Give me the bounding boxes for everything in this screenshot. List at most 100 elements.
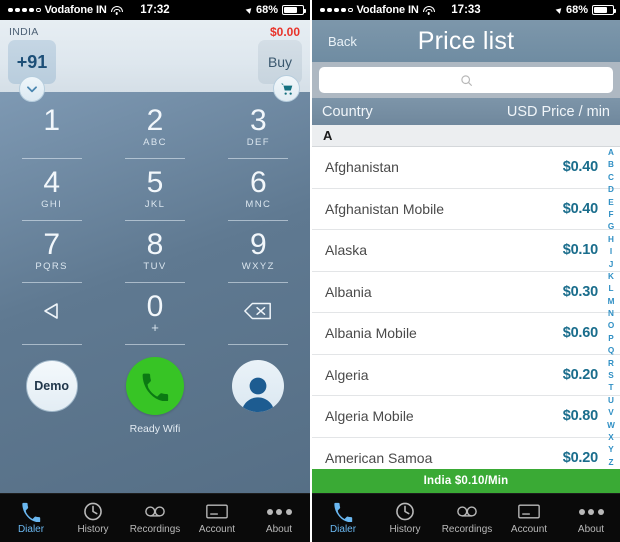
index-letter[interactable]: A [608,148,614,157]
search-input[interactable] [319,67,613,93]
keypad: 1 2 ABC 3 DEF 4 GHI 5 JKL 6 MNC 7 PQRS 8… [0,92,310,493]
backspace-button[interactable] [207,288,310,350]
key-6[interactable]: 6 MNC [207,164,310,226]
tab-recordings[interactable]: Recordings [436,494,498,542]
table-row[interactable]: Afghanistan Mobile $0.40 [312,189,620,230]
index-letter[interactable]: X [608,433,613,442]
index-letter[interactable]: R [608,359,614,368]
key-number: 2 [146,104,164,137]
row-country: Albania Mobile [325,325,417,342]
search-icon [460,74,472,86]
index-letter[interactable]: G [608,223,614,231]
key-rule [228,158,289,159]
index-letter[interactable]: M [608,297,615,306]
index-letter[interactable]: D [608,185,614,194]
tab-recordings[interactable]: Recordings [124,494,186,542]
table-row[interactable]: American Samoa $0.20 [312,438,620,470]
index-letter[interactable]: C [608,173,614,182]
row-country: Alaska [325,242,368,259]
tab-label: About [265,524,293,535]
table-row[interactable]: Alaska $0.10 [312,230,620,272]
key-8[interactable]: 8 TUV [103,226,206,288]
table-row[interactable]: Algeria Mobile $0.80 [312,396,620,438]
tab-account[interactable]: Account [186,494,248,542]
tab-dialer[interactable]: Dialer [0,494,62,542]
key-rule [228,220,289,221]
row-country: Algeria Mobile [325,408,414,425]
key-letters: WXYZ [241,261,275,272]
key-number: 9 [249,228,267,261]
key-number: 6 [249,166,267,199]
index-letter[interactable]: O [608,322,614,330]
tab-label: Dialer [17,524,45,535]
ellipsis-icon [266,501,292,522]
index-letter[interactable]: J [609,260,614,269]
tab-history[interactable]: History [62,494,124,542]
dual-screenshot: Vodafone IN 17:32 68% INDIA +91 $0.00 Bu… [0,0,620,542]
tab-label: Account [510,524,548,535]
index-letter[interactable]: K [608,272,614,281]
index-letter[interactable]: Q [608,347,614,355]
key-5[interactable]: 5 JKL [103,164,206,226]
index-letter[interactable]: U [608,396,614,405]
status-time: 17:32 [140,4,170,16]
index-letter[interactable]: Y [608,446,613,454]
table-row[interactable]: Algeria $0.20 [312,355,620,396]
cart-icon[interactable] [273,75,300,102]
country-label: INDIA [9,26,39,38]
key-number: 4 [43,166,60,199]
key-1[interactable]: 1 [0,102,103,164]
contacts-button[interactable] [232,360,285,412]
row-country: American Samoa [325,449,433,466]
tab-account[interactable]: Account [498,494,560,542]
key-3[interactable]: 3 DEF [207,102,310,164]
key-9[interactable]: 9 WXYZ [207,226,310,288]
tab-about[interactable]: About [560,494,620,542]
index-letter[interactable]: Z [608,458,613,467]
page-title: Price list [417,26,515,55]
index-letter[interactable]: E [608,198,613,207]
key-number: 1 [43,104,60,137]
tab-label: Dialer [329,524,357,535]
row-price: $0.80 [562,408,598,425]
chevron-down-icon[interactable] [19,76,45,102]
index-letter[interactable]: B [608,161,614,169]
index-letter[interactable]: F [608,210,613,219]
key-2[interactable]: 2 ABC [103,102,206,164]
row-country: Afghanistan [325,159,399,176]
index-letter[interactable]: P [608,334,613,343]
index-letter[interactable]: V [608,408,613,417]
row-price: $0.40 [562,159,598,176]
row-country: Afghanistan Mobile [325,200,445,217]
tab-history[interactable]: History [374,494,436,542]
demo-button[interactable]: Demo [25,360,78,412]
index-letter[interactable]: I [610,247,612,256]
row-country: Algeria [325,366,369,383]
index-letter[interactable]: S [608,371,613,380]
key-4[interactable]: 4 GHI [0,164,103,226]
key-0[interactable]: 0 + [103,288,206,350]
tab-about[interactable]: About [248,494,310,542]
back-arrow-button[interactable] [0,288,103,350]
key-rule [125,220,185,221]
index-letter[interactable]: H [608,235,614,244]
table-row[interactable]: Albania $0.30 [312,272,620,313]
section-header: A [312,125,620,147]
call-button[interactable] [125,357,184,415]
index-letter[interactable]: T [608,384,613,392]
tab-label: History [77,524,109,535]
price-list[interactable]: Afghanistan $0.40 Afghanistan Mobile $0.… [312,147,620,469]
key-rule [125,344,185,345]
tab-dialer[interactable]: Dialer [312,494,374,542]
key-7[interactable]: 7 PQRS [0,226,103,288]
alphabet-index[interactable]: A B C D E F G H I J K L M N O P Q R S T [604,147,618,469]
index-letter[interactable]: N [608,309,614,318]
rate-footer-banner: India $0.10/Min [312,469,620,493]
key-rule [228,282,289,283]
column-country: Country [322,103,373,120]
key-rule [125,282,185,283]
index-letter[interactable]: W [607,421,615,430]
table-row[interactable]: Afghanistan $0.40 [312,147,620,189]
index-letter[interactable]: L [608,285,613,293]
table-row[interactable]: Albania Mobile $0.60 [312,313,620,355]
